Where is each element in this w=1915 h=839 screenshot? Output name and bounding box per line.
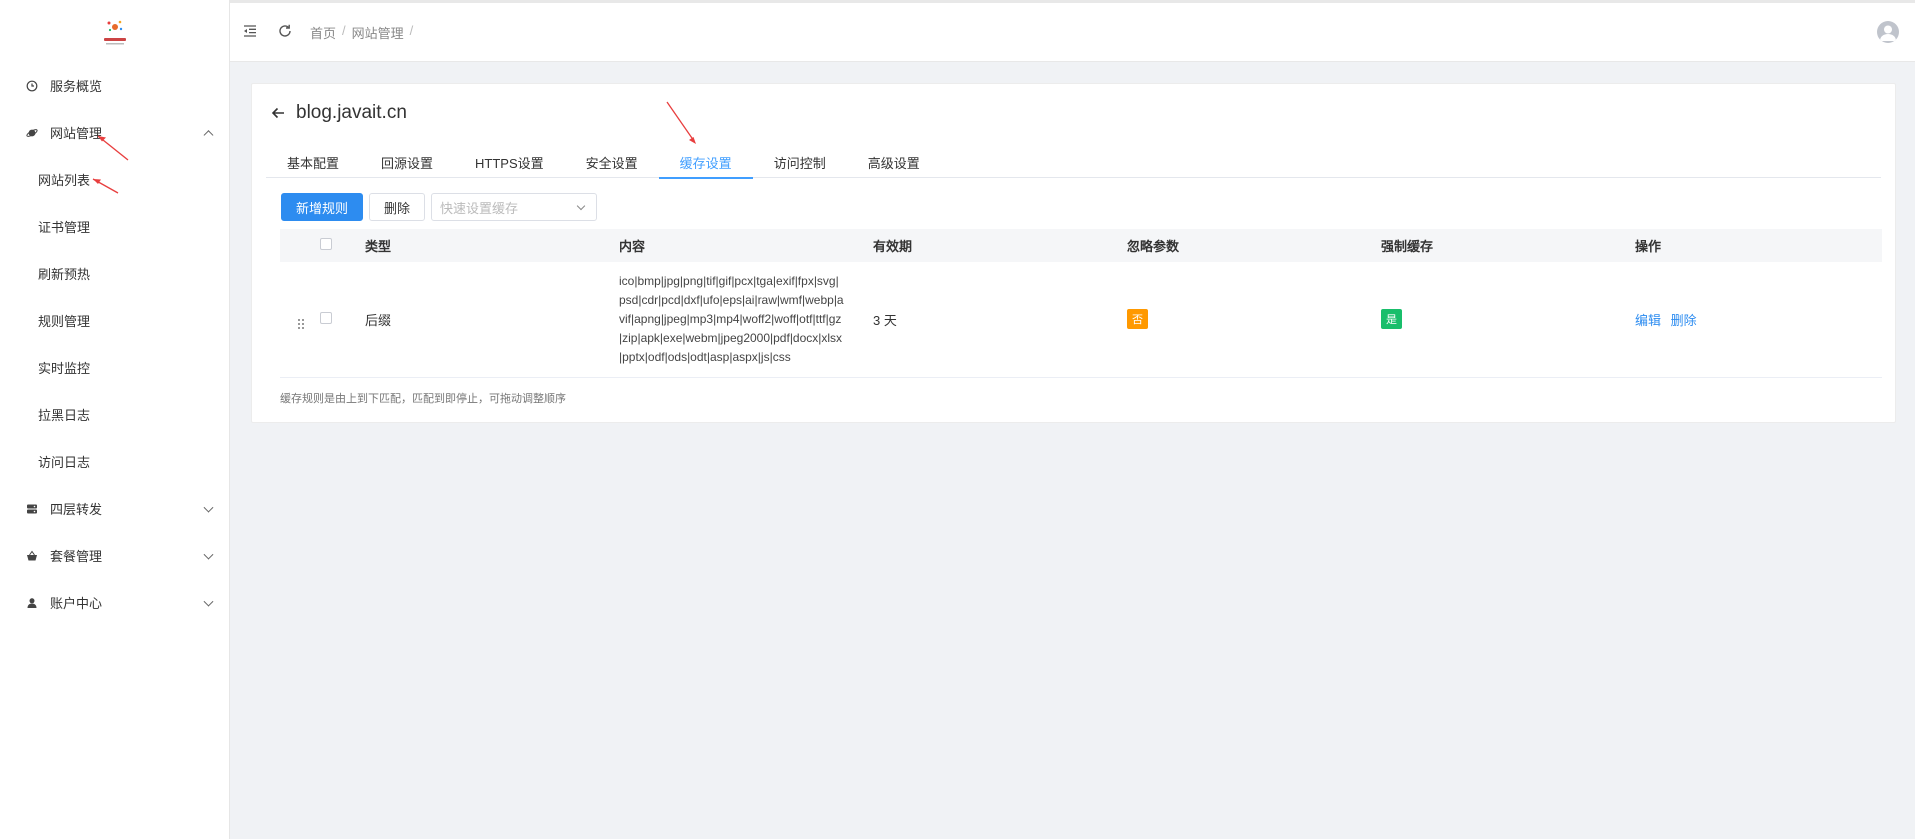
column-header-actions: 操作	[1635, 239, 1662, 254]
sidebar-menu: 服务概览 网站管理 网站列表 证书管理 刷新预热 规则管理 实时监控 拉黑日志 …	[0, 62, 230, 626]
cell-actions: 编辑 删除	[1635, 262, 1882, 377]
edit-rule-link[interactable]: 编辑	[1635, 313, 1661, 328]
drag-handle-cell	[280, 262, 320, 377]
sidebar-subitem-blacklist-log[interactable]: 拉黑日志	[0, 391, 230, 438]
server-icon	[26, 503, 38, 515]
breadcrumb-home[interactable]: 首页	[310, 23, 336, 42]
brand-logo-icon[interactable]	[98, 14, 132, 48]
chevron-down-icon[interactable]	[203, 502, 214, 513]
column-header-ignore-params: 忽略参数	[1127, 239, 1180, 254]
column-header-validity: 有效期	[873, 239, 913, 254]
sidebar-item-label: 账户中心	[50, 596, 103, 611]
top-header: 首页 / 网站管理 /	[230, 3, 1915, 62]
refresh-icon[interactable]	[277, 23, 293, 39]
sidebar: 服务概览 网站管理 网站列表 证书管理 刷新预热 规则管理 实时监控 拉黑日志 …	[0, 0, 230, 839]
sidebar-item-overview[interactable]: 服务概览	[0, 62, 230, 109]
collapse-menu-icon[interactable]	[242, 23, 258, 39]
cell-content: ico|bmp|jpg|png|tif|gif|pcx|tga|exif|fpx…	[619, 273, 844, 364]
sidebar-item-label: 网站管理	[50, 126, 103, 141]
column-header-content: 内容	[619, 239, 646, 254]
sidebar-subitem-access-log[interactable]: 访问日志	[0, 438, 230, 485]
cell-type: 后缀	[365, 312, 392, 328]
rules-table-wrapper: 类型 内容 有效期 忽略参数 强制缓存 操作 后缀 ico|bmp|jpg|pn…	[251, 83, 1896, 423]
status-badge-yes: 是	[1381, 309, 1402, 330]
column-header-force-cache: 强制缓存	[1381, 239, 1434, 254]
breadcrumb-separator: /	[409, 23, 414, 38]
sidebar-subitem-rules[interactable]: 规则管理	[0, 297, 230, 344]
sidebar-subitem-refresh-preheat[interactable]: 刷新预热	[0, 250, 230, 297]
cache-rules-table: 类型 内容 有效期 忽略参数 强制缓存 操作 后缀 ico|bmp|jpg|pn…	[280, 229, 1882, 378]
chevron-down-icon[interactable]	[203, 549, 214, 560]
select-all-cell	[320, 229, 365, 262]
sidebar-item-label: 四层转发	[50, 502, 103, 517]
basket-icon	[26, 550, 38, 562]
breadcrumb: 首页 / 网站管理 /	[310, 23, 413, 42]
column-header-type: 类型	[365, 239, 392, 254]
chevron-down-icon[interactable]	[203, 596, 214, 607]
cell-force-cache: 是	[1381, 262, 1635, 377]
drag-handle-icon[interactable]	[298, 319, 304, 330]
row-checkbox[interactable]	[320, 311, 332, 324]
breadcrumb-separator: /	[342, 23, 346, 38]
sidebar-subitem-certificates[interactable]: 证书管理	[0, 203, 230, 250]
user-icon	[26, 597, 38, 609]
planet-icon	[26, 127, 38, 139]
breadcrumb-website-management[interactable]: 网站管理	[352, 23, 404, 42]
sidebar-subitem-realtime-monitor[interactable]: 实时监控	[0, 344, 230, 391]
rules-hint-text: 缓存规则是由上到下匹配，匹配到即停止，可拖动调整顺序	[280, 393, 566, 405]
clock-icon	[26, 80, 38, 92]
sidebar-item-label: 套餐管理	[50, 549, 103, 564]
sidebar-item-website-management[interactable]: 网站管理	[0, 109, 230, 156]
cell-validity: 3 天	[873, 312, 897, 328]
drag-column-header	[280, 229, 320, 262]
table-header-row: 类型 内容 有效期 忽略参数 强制缓存 操作	[280, 229, 1882, 262]
sidebar-item-label: 服务概览	[50, 79, 103, 94]
delete-rule-link[interactable]: 删除	[1671, 313, 1697, 328]
chevron-up-icon[interactable]	[203, 129, 214, 140]
sidebar-item-l4-forwarding[interactable]: 四层转发	[0, 485, 230, 532]
sidebar-subitem-site-list[interactable]: 网站列表	[0, 156, 230, 203]
avatar[interactable]	[1877, 21, 1899, 43]
select-all-checkbox[interactable]	[320, 238, 332, 250]
cell-ignore-params: 否	[1127, 262, 1381, 377]
table-row: 后缀 ico|bmp|jpg|png|tif|gif|pcx|tga|exif|…	[280, 262, 1882, 377]
sidebar-item-account[interactable]: 账户中心	[0, 579, 230, 626]
status-badge-no: 否	[1127, 309, 1148, 330]
row-select-cell	[320, 262, 365, 377]
cell-content-wrapper: ico|bmp|jpg|png|tif|gif|pcx|tga|exif|fpx…	[619, 262, 873, 377]
sidebar-item-packages[interactable]: 套餐管理	[0, 532, 230, 579]
